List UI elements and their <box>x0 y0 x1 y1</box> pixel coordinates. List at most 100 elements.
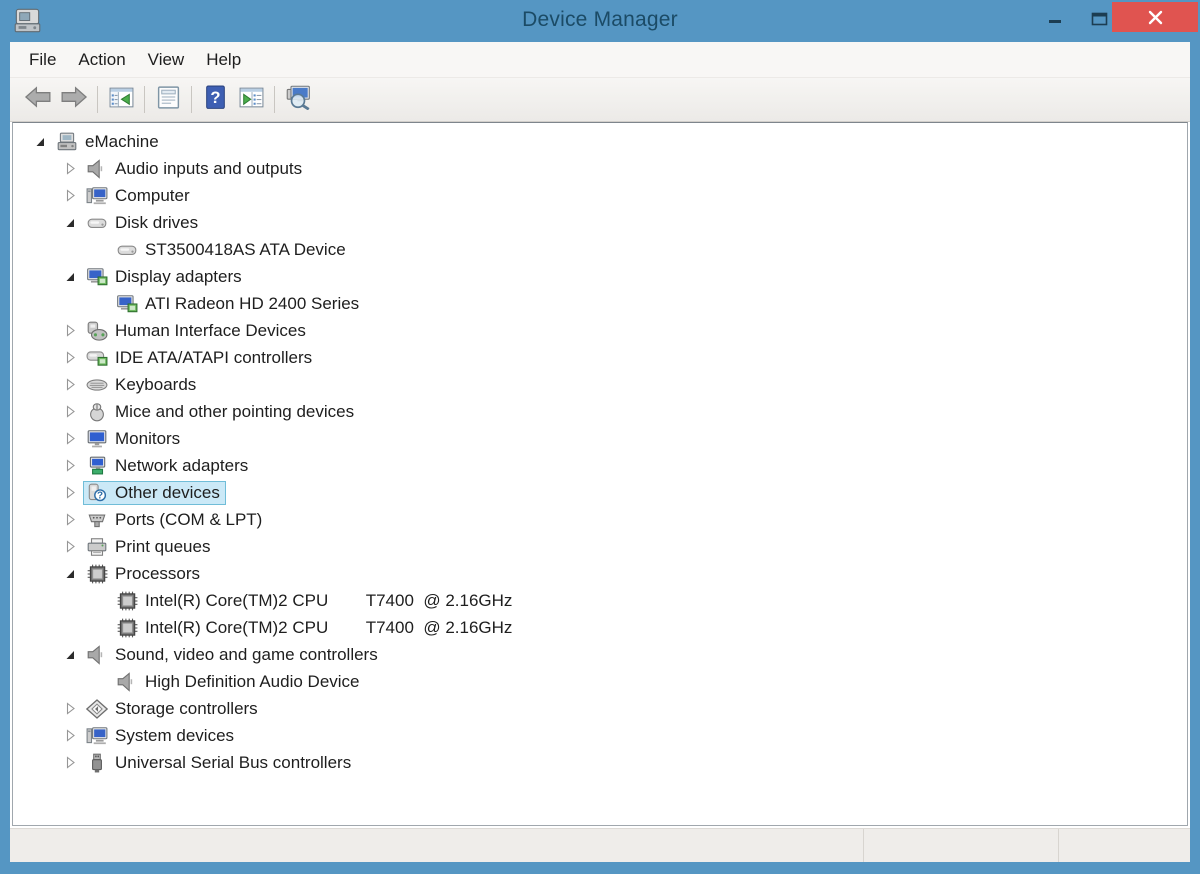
chevron-collapsed-icon[interactable] <box>61 188 83 203</box>
tree-item-label: Universal Serial Bus controllers <box>115 753 351 773</box>
tree-item-content[interactable]: Processors <box>83 562 206 586</box>
tree-item[interactable]: Intel(R) Core(TM)2 CPU T7400 @ 2.16GHz <box>13 614 1187 641</box>
tree-item[interactable]: Processors <box>13 560 1187 587</box>
menu-item-help[interactable]: Help <box>195 50 252 70</box>
tree-item-label: ST3500418AS ATA Device <box>145 240 346 260</box>
tree-item-content[interactable]: System devices <box>83 724 240 748</box>
chevron-collapsed-icon[interactable] <box>61 512 83 527</box>
tree-item-label: Human Interface Devices <box>115 321 306 341</box>
tree-item-content[interactable]: Disk drives <box>83 211 204 235</box>
tree-item[interactable]: Storage controllers <box>13 695 1187 722</box>
title-bar: Device Manager <box>0 0 1200 42</box>
tree-item-content[interactable]: High Definition Audio Device <box>113 670 366 694</box>
show-console-tree-button[interactable] <box>103 84 139 116</box>
tree-item-content[interactable]: Computer <box>83 184 196 208</box>
tree-item[interactable]: System devices <box>13 722 1187 749</box>
show-action-pane-button[interactable] <box>233 84 269 116</box>
chevron-collapsed-icon[interactable] <box>61 485 83 500</box>
tree-item-content[interactable]: ATI Radeon HD 2400 Series <box>113 292 365 316</box>
tree-item-content[interactable]: Mice and other pointing devices <box>83 400 360 424</box>
help-button[interactable]: ? <box>197 84 233 116</box>
properties-button[interactable] <box>150 84 186 116</box>
menu-item-file[interactable]: File <box>18 50 67 70</box>
tree-item[interactable]: Print queues <box>13 533 1187 560</box>
tree-item-content-selected[interactable]: ?Other devices <box>83 481 226 505</box>
tree-item[interactable]: ?Other devices <box>13 479 1187 506</box>
tree-item[interactable]: Universal Serial Bus controllers <box>13 749 1187 776</box>
tree-item[interactable]: eMachine <box>13 128 1187 155</box>
tree-item[interactable]: Network adapters <box>13 452 1187 479</box>
menu-item-action[interactable]: Action <box>67 50 136 70</box>
forward-button[interactable] <box>56 84 92 116</box>
monitor-icon <box>86 429 109 449</box>
tree-item-content[interactable]: Audio inputs and outputs <box>83 157 308 181</box>
tree-item-content[interactable]: Intel(R) Core(TM)2 CPU T7400 @ 2.16GHz <box>113 589 518 613</box>
tree-item-content[interactable]: Print queues <box>83 535 216 559</box>
expander-spacer <box>91 674 113 689</box>
tree-item[interactable]: Intel(R) Core(TM)2 CPU T7400 @ 2.16GHz <box>13 587 1187 614</box>
chevron-collapsed-icon[interactable] <box>61 728 83 743</box>
tree-item-content[interactable]: Storage controllers <box>83 697 264 721</box>
chevron-collapsed-icon[interactable] <box>61 377 83 392</box>
chevron-expanded-icon[interactable] <box>61 215 83 230</box>
tree-item-content[interactable]: Universal Serial Bus controllers <box>83 751 357 775</box>
minimize-button[interactable] <box>1036 4 1074 34</box>
chevron-collapsed-icon[interactable] <box>61 350 83 365</box>
tree-item-content[interactable]: IDE ATA/ATAPI controllers <box>83 346 318 370</box>
menu-item-view[interactable]: View <box>137 50 196 70</box>
tree-item-content[interactable]: Sound, video and game controllers <box>83 643 384 667</box>
chevron-collapsed-icon[interactable] <box>61 539 83 554</box>
tree-item[interactable]: Human Interface Devices <box>13 317 1187 344</box>
system-devices-icon <box>86 726 109 746</box>
tree-item-content[interactable]: Intel(R) Core(TM)2 CPU T7400 @ 2.16GHz <box>113 616 518 640</box>
chevron-collapsed-icon[interactable] <box>61 431 83 446</box>
tree-item-content[interactable]: Display adapters <box>83 265 248 289</box>
speaker-icon <box>86 159 109 179</box>
tree-item[interactable]: Display adapters <box>13 263 1187 290</box>
tree-item[interactable]: Disk drives <box>13 209 1187 236</box>
tree-item-content[interactable]: Monitors <box>83 427 186 451</box>
processor-icon <box>116 591 139 611</box>
tree-item[interactable]: Computer <box>13 182 1187 209</box>
status-section-main <box>10 829 863 862</box>
tree-item[interactable]: Audio inputs and outputs <box>13 155 1187 182</box>
tree-item[interactable]: Monitors <box>13 425 1187 452</box>
display-adapter-icon <box>116 294 139 314</box>
tree-item[interactable]: High Definition Audio Device <box>13 668 1187 695</box>
chevron-expanded-icon[interactable] <box>61 566 83 581</box>
tree-item[interactable]: ATI Radeon HD 2400 Series <box>13 290 1187 317</box>
tree-item-content[interactable]: Human Interface Devices <box>83 319 312 343</box>
window-title: Device Manager <box>0 8 1200 32</box>
tree-item-content[interactable]: Ports (COM & LPT) <box>83 508 268 532</box>
chevron-collapsed-icon[interactable] <box>61 755 83 770</box>
tree-item[interactable]: Keyboards <box>13 371 1187 398</box>
chevron-expanded-icon[interactable] <box>31 134 53 149</box>
chevron-collapsed-icon[interactable] <box>61 323 83 338</box>
tree-item[interactable]: IDE ATA/ATAPI controllers <box>13 344 1187 371</box>
tree-item-content[interactable]: eMachine <box>53 130 165 154</box>
tree-item[interactable]: Mice and other pointing devices <box>13 398 1187 425</box>
tree-item[interactable]: ST3500418AS ATA Device <box>13 236 1187 263</box>
back-button[interactable] <box>20 84 56 116</box>
tree-item-label: Processors <box>115 564 200 584</box>
chevron-collapsed-icon[interactable] <box>61 404 83 419</box>
chevron-collapsed-icon[interactable] <box>61 701 83 716</box>
chevron-expanded-icon[interactable] <box>61 647 83 662</box>
tree-item-label: eMachine <box>85 132 159 152</box>
scan-hardware-changes-button[interactable] <box>280 84 316 116</box>
tree-item-content[interactable]: Network adapters <box>83 454 254 478</box>
machine-icon <box>56 132 79 152</box>
tree-item-label: System devices <box>115 726 234 746</box>
chevron-collapsed-icon[interactable] <box>61 458 83 473</box>
tree-item-content[interactable]: ST3500418AS ATA Device <box>113 238 352 262</box>
expander-spacer <box>91 620 113 635</box>
tree-item-label: Intel(R) Core(TM)2 CPU T7400 @ 2.16GHz <box>145 618 512 638</box>
tree-item-content[interactable]: Keyboards <box>83 373 202 397</box>
chevron-expanded-icon[interactable] <box>61 269 83 284</box>
chevron-collapsed-icon[interactable] <box>61 161 83 176</box>
tree-item[interactable]: Sound, video and game controllers <box>13 641 1187 668</box>
speaker-icon <box>116 672 139 692</box>
close-button[interactable] <box>1112 2 1198 32</box>
tree-item-label: Monitors <box>115 429 180 449</box>
tree-item[interactable]: Ports (COM & LPT) <box>13 506 1187 533</box>
